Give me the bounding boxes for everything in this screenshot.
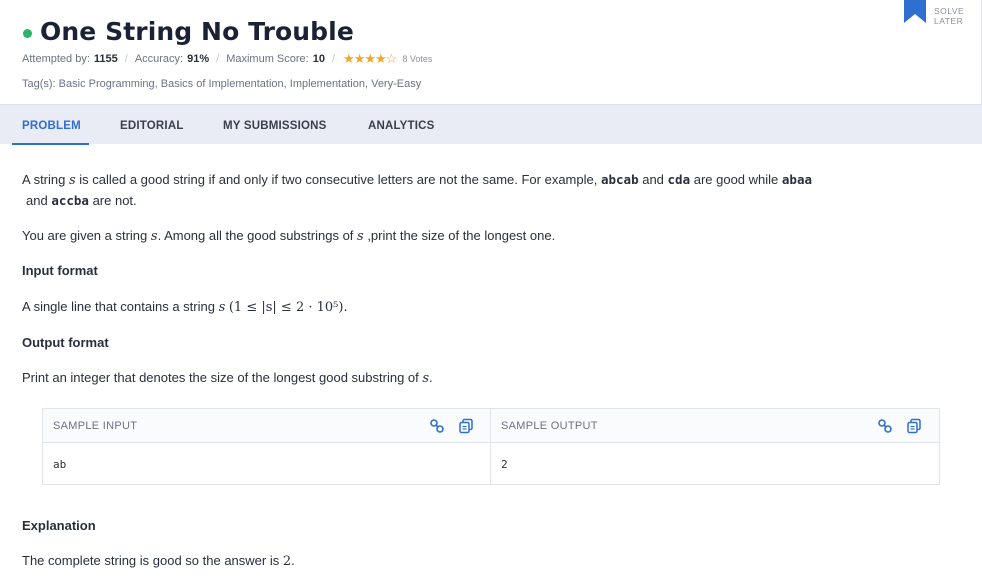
tab-analytics[interactable]: ANALYTICS [368,120,435,132]
sample-output-panel: SAMPLE OUTPUT 2 [491,409,939,486]
sample-io-box: SAMPLE INPUT ab SAMPLE OUTPUT 2 [42,408,940,486]
divider: / [124,53,128,65]
link-icon[interactable] [429,418,445,434]
input-format-heading: Input format [22,263,98,278]
divider: / [331,53,336,65]
votes-count: 8 Votes [402,54,433,64]
problem-title: One String No Trouble [40,17,354,46]
copy-icon[interactable] [906,418,922,434]
output-format-text: Print an integer that denotes the size o… [22,370,433,386]
problem-tabs: PROBLEM EDITORIAL MY SUBMISSIONS ANALYTI… [0,104,982,145]
solve-later-button[interactable]: SOLVE LATER [904,0,982,30]
rating-stars-icon[interactable]: ★★★★☆ [343,51,397,67]
problem-tags: Tag(s): Basic Programming, Basics of Imp… [22,78,422,90]
tab-my-submissions[interactable]: MY SUBMISSIONS [223,120,327,132]
output-format-heading: Output format [22,335,109,350]
explanation-heading: Explanation [22,518,96,533]
problem-stats: Attempted by: 1155 / Accuracy: 91% / Max… [22,51,432,67]
tab-editorial[interactable]: EDITORIAL [120,120,184,132]
attempted-value: 1155 [93,53,118,65]
solved-status-dot [23,29,32,38]
active-tab-indicator [12,143,89,145]
bookmark-icon [904,0,926,23]
copy-icon[interactable] [458,418,474,434]
example-good-1: abcab [600,172,639,187]
sample-output-value: 2 [501,458,508,471]
example-bad-1: abaa [781,172,812,187]
explanation-text: The complete string is good so the answe… [22,553,295,569]
max-score-label: Maximum Score: [226,53,309,65]
solve-later-line2: LATER [934,15,964,26]
link-icon[interactable] [877,418,893,434]
sample-input-value: ab [53,458,67,471]
max-score-value: 10 [312,53,325,65]
input-format-text: A single line that contains a string s (… [22,299,348,315]
accuracy-value: 91% [187,53,210,65]
statement-paragraph-1-cont: and accba are not. [26,193,137,208]
statement-paragraph-2: You are given a string s. Among all the … [22,228,556,244]
problem-header: One String No Trouble Attempted by: 1155… [0,0,982,104]
example-bad-2: accba [51,193,89,208]
tab-problem[interactable]: PROBLEM [22,120,81,132]
accuracy-label: Accuracy: [134,53,184,65]
sample-input-title: SAMPLE INPUT [53,420,138,432]
input-constraint: (1 ≤ |s| ≤ 2 · 10⁵). [228,300,348,315]
example-good-2: cda [667,172,691,187]
divider: / [216,53,220,65]
attempted-label: Attempted by: [22,53,90,65]
statement-paragraph-1: A string s is called a good string if an… [22,172,812,188]
sample-output-title: SAMPLE OUTPUT [501,420,598,432]
sample-input-panel: SAMPLE INPUT ab [43,409,491,486]
